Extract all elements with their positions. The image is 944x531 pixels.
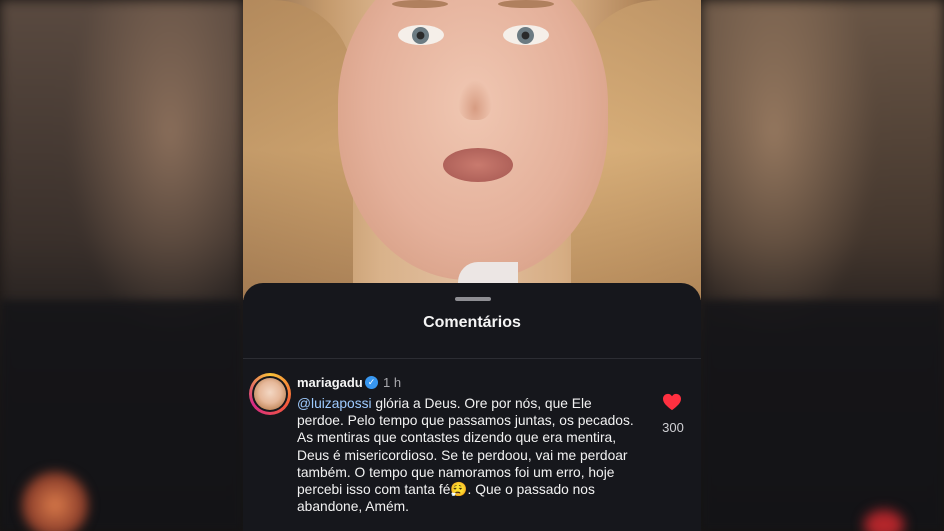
- heart-icon[interactable]: [662, 393, 682, 411]
- left-eyebrow: [392, 0, 448, 8]
- verified-badge-icon: ✓: [365, 376, 378, 389]
- drag-handle[interactable]: [455, 297, 491, 301]
- blurred-sheet-right: [701, 300, 944, 531]
- right-eyebrow: [498, 0, 554, 8]
- comment-username[interactable]: mariagadu: [297, 375, 363, 390]
- hair-left: [243, 0, 353, 300]
- comment-time: 1 h: [383, 375, 402, 390]
- left-eye: [398, 25, 444, 45]
- avatar[interactable]: [249, 373, 291, 415]
- nose: [458, 80, 492, 120]
- sheet-title: Comentários: [423, 314, 521, 331]
- like-count: 300: [662, 420, 684, 435]
- heart-shape: [663, 393, 681, 411]
- comment-text: @luizapossi glória a Deus. Ore por nós, …: [297, 395, 642, 515]
- avatar-photo: [254, 378, 286, 410]
- lips: [443, 148, 513, 182]
- blurred-avatar: [20, 470, 90, 531]
- comment-body: glória a Deus. Ore por nós, que Ele perd…: [297, 396, 634, 515]
- mention-link[interactable]: @luizapossi: [297, 396, 372, 411]
- avatar-ring-gap: [252, 376, 288, 412]
- right-eye: [503, 25, 549, 45]
- comments-sheet: Comentários mariagadu ✓ 1 h @luizapossi …: [243, 283, 701, 531]
- screen: Comentários mariagadu ✓ 1 h @luizapossi …: [0, 0, 944, 531]
- video-frame[interactable]: [243, 0, 701, 300]
- face: [338, 0, 608, 280]
- divider: [243, 358, 701, 359]
